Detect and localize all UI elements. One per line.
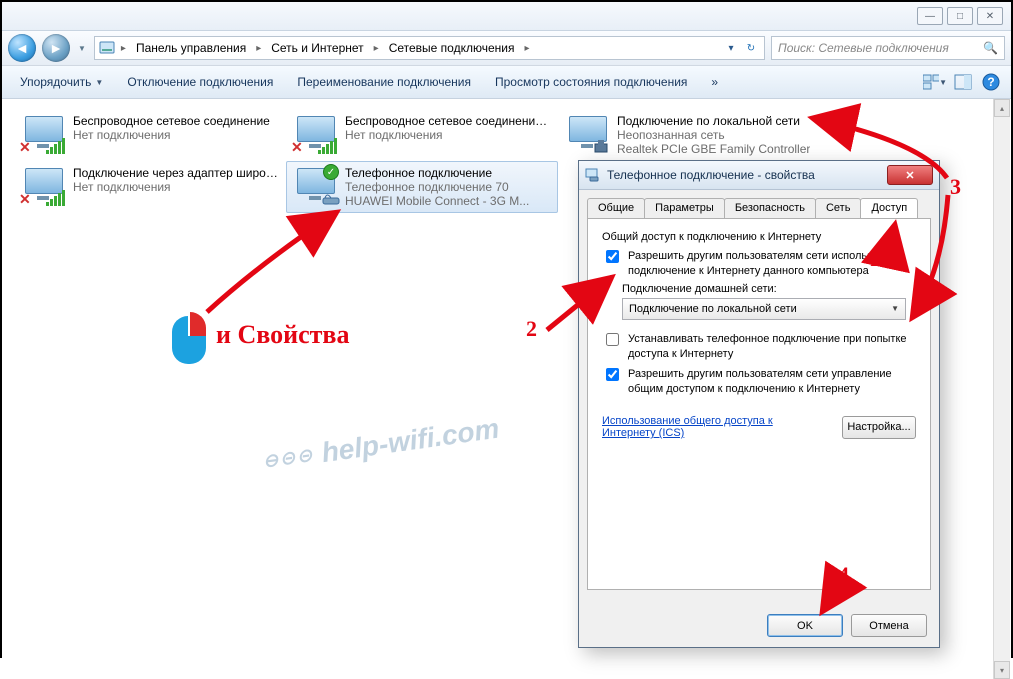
lan-icon [565,114,609,154]
annotation-1: 1 [869,246,880,272]
connection-item-dialup[interactable]: ✓ Телефонное подключение Телефонное подк… [286,161,558,213]
dialog-close-button[interactable]: ✕ [887,165,933,185]
home-network-dropdown[interactable]: Подключение по локальной сети ▼ [622,298,906,320]
breadcrumb-bar[interactable]: ▸ Панель управления ▸ Сеть и Интернет ▸ … [94,36,765,60]
organize-menu[interactable]: Упорядочить▼ [10,71,113,93]
nav-forward-button[interactable]: ► [42,34,70,62]
search-icon: 🔍 [983,41,998,55]
connection-item[interactable]: ✕ Беспроводное сетевое соединение Нет по… [14,109,286,161]
tab-options[interactable]: Параметры [644,198,725,218]
control-panel-icon [99,40,115,56]
tab-general[interactable]: Общие [587,198,645,218]
dialup-icon [585,167,601,183]
nav-back-button[interactable]: ◄ [8,34,36,62]
connection-status: Нет подключения [345,128,551,142]
settings-button[interactable]: Настройка... [842,416,916,439]
connection-item[interactable]: ✕ Беспроводное сетевое соединение 3 Нет … [286,109,558,161]
mouse-right-click-icon [172,312,206,364]
svg-text:?: ? [987,75,994,89]
breadcrumb-sep: ▸ [370,43,383,54]
cancel-button[interactable]: Отмена [851,614,927,637]
dropdown-value: Подключение по локальной сети [629,303,797,315]
group-title: Общий доступ к подключению к Интернету [602,231,916,243]
dial-on-demand-checkbox[interactable] [606,333,619,346]
search-input[interactable]: Поиск: Сетевые подключения 🔍 [771,36,1005,60]
nav-history-dropdown[interactable]: ▼ [76,40,88,57]
disconnected-icon: ✕ [291,139,303,156]
tab-security[interactable]: Безопасность [724,198,816,218]
refresh-button[interactable]: ↻ [742,39,760,57]
vertical-scrollbar[interactable]: ▴ ▾ [993,99,1010,679]
disable-connection-button[interactable]: Отключение подключения [117,71,283,93]
dial-on-demand-label: Устанавливать телефонное подключение при… [628,332,916,362]
scroll-up[interactable]: ▴ [994,99,1010,117]
connection-device: HUAWEI Mobile Connect - 3G M... [345,194,529,208]
connection-status: Телефонное подключение 70 [345,180,529,194]
command-bar: Упорядочить▼ Отключение подключения Пере… [2,66,1011,99]
help-button[interactable]: ? [979,70,1003,94]
connected-icon: ✓ [323,164,339,180]
ics-help-link[interactable]: Использование общего доступа к Интернету… [602,415,792,439]
annotation-hint: и Свойства [216,320,349,350]
disconnected-icon: ✕ [19,139,31,156]
scroll-down[interactable]: ▾ [994,661,1010,679]
connection-name: Телефонное подключение [345,166,529,180]
minimize-button[interactable]: — [917,7,943,25]
crumb-network-connections[interactable]: Сетевые подключения [385,39,519,57]
crumb-control-panel[interactable]: Панель управления [132,39,250,57]
view-mode-button[interactable]: ▼ [923,70,947,94]
tab-pane-sharing: Общий доступ к подключению к Интернету Р… [587,218,931,590]
view-status-button[interactable]: Просмотр состояния подключения [485,71,697,93]
breadcrumb-sep: ▸ [520,43,533,54]
watermark: ⊖⊝⊝help-wifi.com [261,413,501,478]
titlebar: — □ ✕ [2,2,1011,31]
crumb-network-internet[interactable]: Сеть и Интернет [267,39,367,57]
dialup-icon: ✓ [293,166,337,206]
connection-device: Realtek PCIe GBE Family Controller [617,142,810,156]
tab-sharing[interactable]: Доступ [860,198,918,218]
search-placeholder: Поиск: Сетевые подключения [778,41,949,55]
crumb-dropdown[interactable]: ▾ [722,39,740,57]
more-commands[interactable]: » [701,71,728,93]
annotation-4: 4 [838,562,849,588]
chevron-down-icon: ▼ [891,304,899,313]
connection-item[interactable]: ✕ Подключение через адаптер широкополосн… [14,161,286,213]
preview-pane-button[interactable] [951,70,975,94]
wireless-icon: ✕ [293,114,337,154]
tab-network[interactable]: Сеть [815,198,861,218]
annotation-3: 3 [950,174,961,200]
rename-connection-button[interactable]: Переименование подключения [287,71,481,93]
wireless-icon: ✕ [21,114,65,154]
home-network-label: Подключение домашней сети: [622,283,916,295]
dialog-title: Телефонное подключение - свойства [607,168,881,182]
annotation-2: 2 [526,316,537,342]
breadcrumb-sep: ▸ [117,43,130,54]
allow-control-label: Разрешить другим пользователям сети упра… [628,367,916,397]
connection-status: Нет подключения [73,128,270,142]
allow-control-checkbox[interactable] [606,368,619,381]
disconnected-icon: ✕ [19,191,31,208]
connection-name: Подключение по локальной сети [617,114,810,128]
connection-name: Беспроводное сетевое соединение [73,114,270,128]
connection-name: Беспроводное сетевое соединение 3 [345,114,551,128]
maximize-button[interactable]: □ [947,7,973,25]
wireless-icon: ✕ [21,166,65,206]
breadcrumb-sep: ▸ [252,43,265,54]
close-window-button[interactable]: ✕ [977,7,1003,25]
properties-dialog: Телефонное подключение - свойства ✕ Общи… [578,160,940,648]
dialog-titlebar[interactable]: Телефонное подключение - свойства ✕ [579,161,939,190]
dialog-tabs: Общие Параметры Безопасность Сеть Доступ [579,190,939,218]
connection-name: Подключение через адаптер широкополосной… [73,166,279,180]
connection-status: Нет подключения [73,180,279,194]
ok-button[interactable]: OK [767,614,843,637]
nav-bar: ◄ ► ▼ ▸ Панель управления ▸ Сеть и Интер… [2,31,1011,66]
connection-status: Неопознанная сеть [617,128,810,142]
allow-sharing-checkbox[interactable] [606,250,619,263]
connection-item-lan[interactable]: Подключение по локальной сети Неопознанн… [558,109,892,161]
